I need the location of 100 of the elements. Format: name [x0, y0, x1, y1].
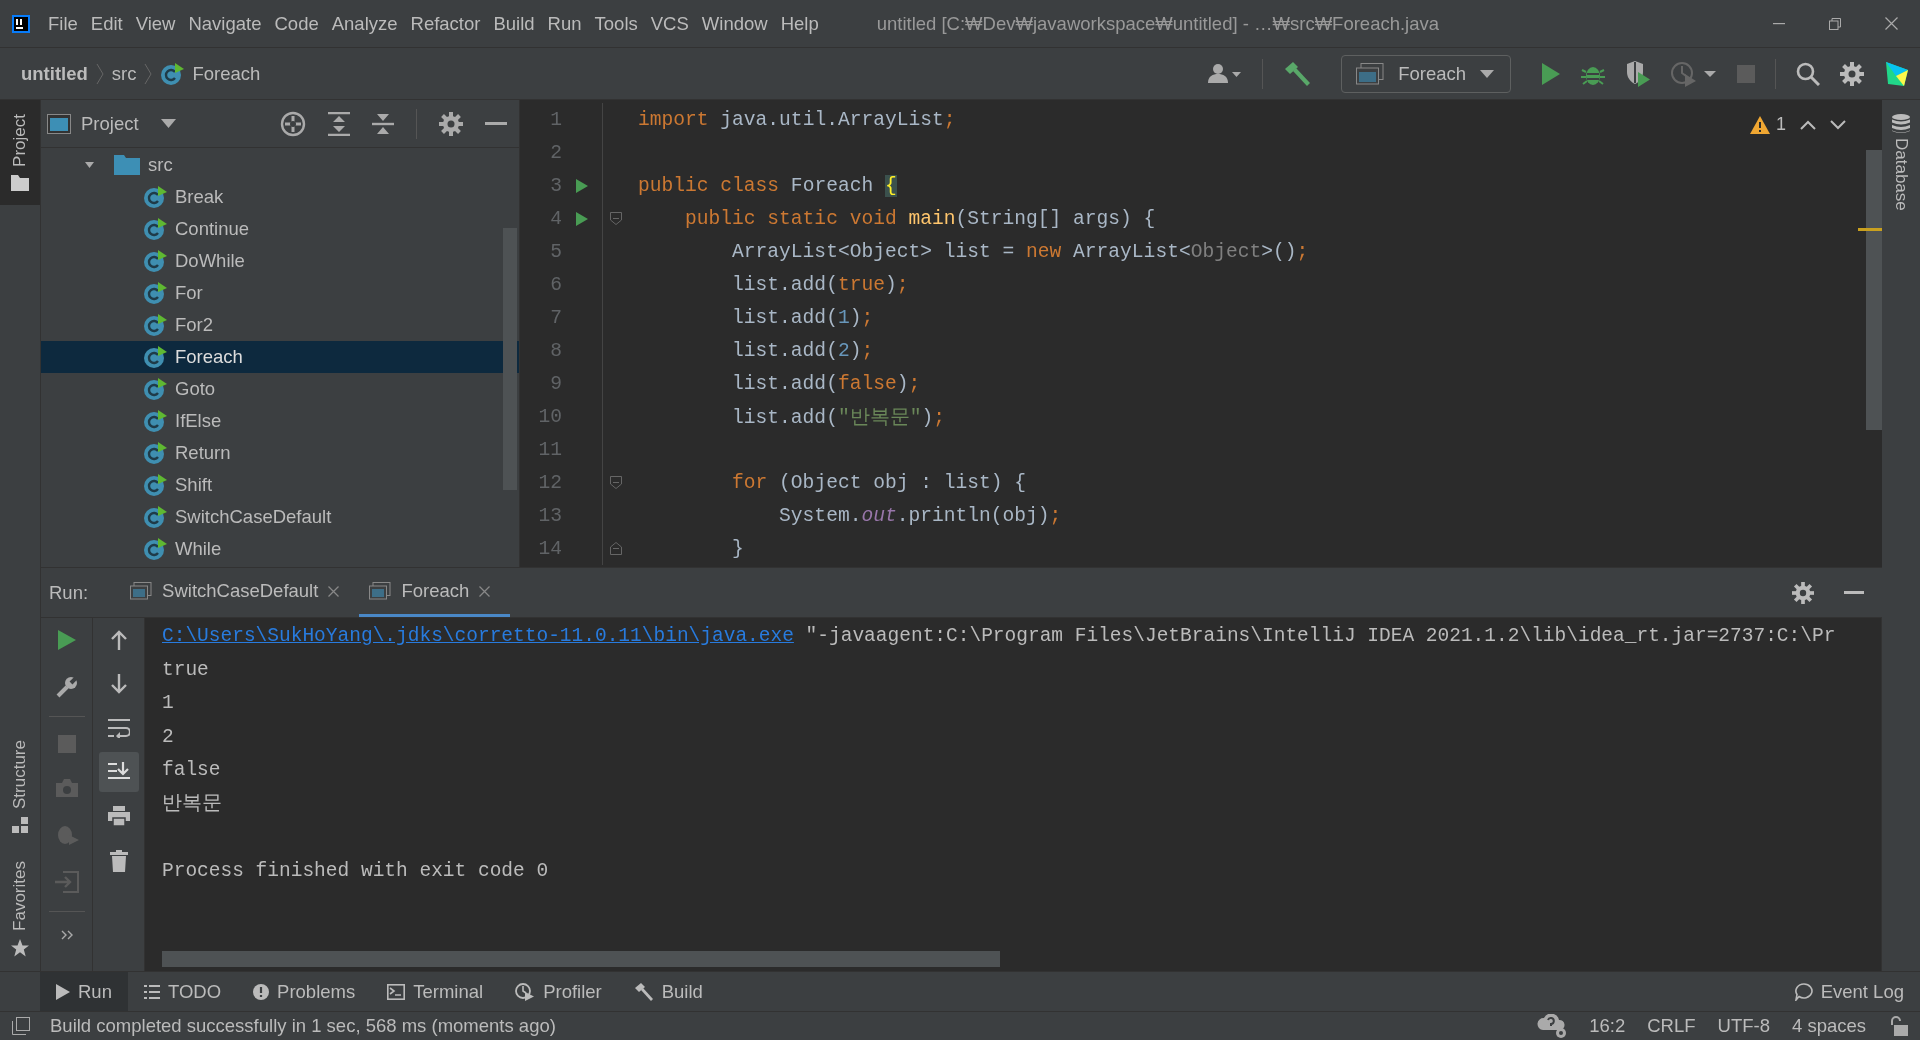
class-icon — [143, 345, 167, 369]
menu-item[interactable]: VCS — [650, 12, 689, 35]
tree-item[interactable]: src — [41, 149, 519, 181]
menu-item[interactable]: Tools — [594, 12, 638, 35]
menu-item[interactable]: Window — [701, 12, 768, 35]
warning-marker[interactable] — [1858, 228, 1882, 231]
tool-window-tab[interactable]: Event Log — [1778, 972, 1920, 1011]
menu-item[interactable]: Analyze — [331, 12, 398, 35]
list-icon — [143, 984, 160, 999]
menu-item[interactable]: Code — [274, 12, 319, 35]
tree-item[interactable]: Goto — [41, 373, 519, 405]
soft-wrap-icon[interactable] — [107, 718, 130, 738]
caret-icon[interactable] — [160, 119, 176, 128]
tree-item[interactable]: For — [41, 277, 519, 309]
run-icon[interactable] — [1541, 62, 1561, 85]
wrench-icon[interactable] — [55, 676, 78, 698]
tree-item[interactable]: DoWhile — [41, 245, 519, 277]
fold-marker-icon[interactable] — [610, 212, 622, 225]
code-line: } — [731, 537, 744, 560]
tree-item[interactable]: SwitchCaseDefault — [41, 501, 519, 533]
scroll-to-end-button[interactable] — [98, 752, 139, 792]
menu-item[interactable]: Refactor — [410, 12, 481, 35]
file-path-link[interactable]: C:\Users\SukHoYang\.jdks\corretto-11.0.11\bin\java.exe — [162, 625, 794, 647]
tree-item[interactable]: Break — [41, 181, 519, 213]
status-item[interactable]: UTF-8 — [1717, 1015, 1770, 1037]
minimize-icon[interactable] — [485, 121, 507, 126]
menu-item[interactable]: Edit — [90, 12, 123, 35]
tool-window-button[interactable]: Project — [0, 100, 40, 205]
close-icon[interactable] — [1885, 17, 1898, 30]
class-icon — [143, 409, 167, 433]
tree-item[interactable]: Foreach — [41, 341, 519, 373]
app-icon — [12, 14, 30, 33]
fold-end-icon[interactable] — [610, 542, 622, 555]
close-icon[interactable] — [479, 585, 491, 597]
panel-toggle-icon[interactable] — [12, 1017, 30, 1035]
chevron-up-icon[interactable] — [1800, 119, 1816, 130]
run-icon[interactable] — [576, 211, 588, 226]
minimize-icon[interactable] — [1773, 22, 1785, 25]
breadcrumb[interactable]: src — [111, 62, 137, 85]
warning-count[interactable]: 1 — [1776, 114, 1786, 135]
print-icon[interactable] — [107, 806, 130, 826]
search-icon[interactable] — [1796, 61, 1820, 86]
shield-run-icon[interactable] — [1625, 60, 1651, 87]
tree-item[interactable]: While — [41, 533, 519, 565]
tree-item[interactable]: For2 — [41, 309, 519, 341]
panel-title[interactable]: Project — [81, 112, 139, 135]
hammer-icon[interactable] — [1283, 61, 1312, 86]
locate-icon[interactable] — [280, 110, 306, 137]
tool-window-button[interactable]: Database — [1882, 100, 1920, 225]
user-icon[interactable] — [1208, 62, 1243, 85]
unlock-icon[interactable] — [1890, 1016, 1908, 1036]
tool-window-tab[interactable]: TODO — [127, 972, 238, 1011]
menu-item[interactable]: Build — [493, 12, 535, 35]
scrollbar-thumb[interactable] — [1866, 150, 1882, 430]
breadcrumb[interactable]: untitled — [21, 62, 88, 85]
tool-window-button[interactable]: Structure — [0, 726, 40, 848]
tool-window-button[interactable]: Favorites — [0, 847, 40, 971]
run-icon[interactable] — [576, 178, 588, 193]
fold-marker-icon[interactable] — [610, 476, 622, 489]
menu-item[interactable]: File — [48, 12, 78, 35]
tree-item[interactable]: Return — [41, 437, 519, 469]
restore-icon[interactable] — [1829, 17, 1841, 30]
tree-item[interactable]: Shift — [41, 469, 519, 501]
collapse-all-icon[interactable] — [372, 111, 394, 136]
chevron-down-icon[interactable] — [1830, 119, 1846, 130]
tool-window-tab[interactable]: Problems — [237, 972, 372, 1011]
breadcrumb[interactable]: Foreach — [192, 62, 261, 85]
warning-icon[interactable] — [1750, 115, 1770, 134]
console-tab[interactable]: SwitchCaseDefault — [120, 568, 360, 617]
tool-window-tab[interactable]: Profiler — [499, 972, 618, 1011]
scrollbar-thumb[interactable] — [503, 228, 517, 490]
toolbox-logo-icon[interactable] — [1884, 59, 1910, 88]
expand-all-icon[interactable] — [328, 111, 350, 136]
cloud-question-icon[interactable] — [1537, 1014, 1568, 1038]
status-item[interactable]: CRLF — [1647, 1015, 1696, 1037]
tool-window-tab[interactable]: Run — [40, 972, 128, 1011]
status-item[interactable]: 16:2 — [1589, 1015, 1626, 1037]
menu-item[interactable]: Navigate — [188, 12, 262, 35]
tool-window-tab[interactable]: Build — [617, 972, 719, 1011]
trash-icon[interactable] — [109, 850, 128, 872]
status-item[interactable]: 4 spaces — [1791, 1015, 1866, 1037]
menu-item[interactable]: View — [135, 12, 176, 35]
code-line: list.add(false); — [731, 372, 921, 395]
settings-icon[interactable] — [1792, 581, 1814, 604]
arrow-down-icon[interactable] — [110, 674, 127, 694]
line-number: 9 — [549, 372, 562, 395]
tree-item[interactable]: Continue — [41, 213, 519, 245]
run-configuration-dropdown[interactable]: Foreach — [1341, 54, 1511, 93]
speech-bubble-icon — [1794, 982, 1813, 1001]
close-icon[interactable] — [328, 585, 340, 597]
tree-item[interactable]: IfElse — [41, 405, 519, 437]
profiler-icon[interactable] — [1671, 60, 1717, 87]
scrollbar-thumb[interactable] — [162, 951, 1000, 967]
tool-window-tab[interactable]: Terminal — [371, 972, 500, 1011]
rerun-icon[interactable] — [57, 630, 76, 650]
more-chevrons-icon[interactable] — [60, 930, 73, 940]
arrow-up-icon[interactable] — [110, 630, 127, 650]
scroll-to-end-icon — [107, 762, 130, 782]
menu-item[interactable]: Help — [780, 12, 819, 35]
menu-item[interactable]: Run — [547, 12, 582, 35]
